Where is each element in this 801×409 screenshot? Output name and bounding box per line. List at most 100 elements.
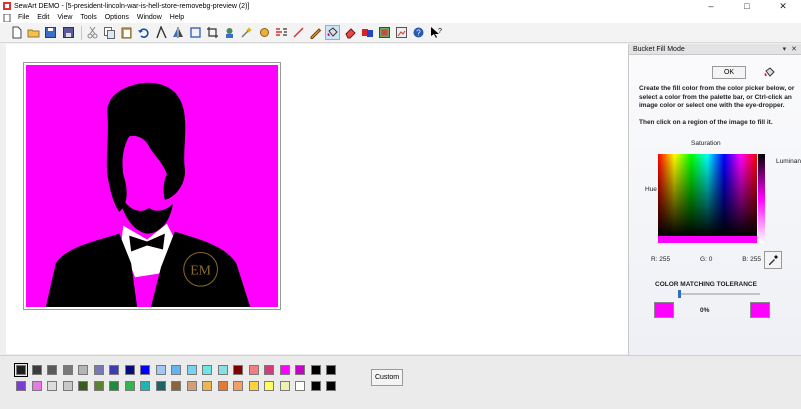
- cut-icon[interactable]: [85, 25, 100, 40]
- eyedropper-button[interactable]: [764, 251, 782, 269]
- palette-swatch[interactable]: [217, 381, 228, 391]
- menu-window[interactable]: Window: [133, 14, 166, 21]
- match-color-swatch[interactable]: [750, 302, 770, 318]
- undo-icon[interactable]: [136, 25, 151, 40]
- merge-icon[interactable]: [257, 25, 272, 40]
- palette-swatch[interactable]: [155, 381, 166, 391]
- rotate-icon[interactable]: [188, 25, 203, 40]
- color-picker-field[interactable]: [658, 154, 757, 236]
- ok-button[interactable]: OK: [712, 66, 746, 79]
- palette-swatch[interactable]: [279, 365, 290, 375]
- canvas-area[interactable]: EM: [6, 44, 628, 354]
- eraser-icon[interactable]: [343, 25, 358, 40]
- palette-swatch[interactable]: [248, 381, 259, 391]
- palette-swatch[interactable]: [233, 365, 243, 375]
- palette-swatch[interactable]: [264, 365, 274, 375]
- palette-swatch[interactable]: [264, 381, 274, 391]
- tolerance-slider-track[interactable]: [678, 293, 760, 295]
- palette-swatch[interactable]: [47, 365, 57, 375]
- maximize-icon[interactable]: □: [729, 0, 765, 12]
- palette-swatch[interactable]: [295, 365, 305, 375]
- tolerance-slider-thumb[interactable]: [678, 290, 681, 298]
- menu-edit[interactable]: Edit: [33, 14, 53, 21]
- bucket-fill-panel: Bucket Fill Mode ▾ ✕ OK Create the fill …: [628, 44, 801, 355]
- palette-swatch[interactable]: [62, 365, 73, 375]
- palette-swatch[interactable]: [186, 365, 197, 375]
- menu-options[interactable]: Options: [101, 14, 133, 21]
- palette-swatch[interactable]: [93, 365, 104, 375]
- new-file-icon[interactable]: [9, 25, 24, 40]
- panel-close-icon[interactable]: ✕: [791, 45, 797, 53]
- image-canvas[interactable]: EM: [26, 65, 278, 307]
- palette-swatch[interactable]: [31, 365, 42, 375]
- palette-swatch[interactable]: [171, 365, 181, 375]
- palette-swatch[interactable]: [140, 381, 150, 391]
- help-icon[interactable]: ?: [411, 25, 426, 40]
- magic-wand-icon[interactable]: [239, 25, 254, 40]
- custom-color-button[interactable]: Custom: [371, 369, 403, 386]
- palette-swatch[interactable]: [124, 381, 135, 391]
- panel-dropdown-icon[interactable]: ▾: [783, 45, 787, 53]
- menu-file[interactable]: File: [14, 14, 33, 21]
- fill-color-swatch[interactable]: [654, 302, 674, 318]
- palette-swatch[interactable]: [202, 381, 212, 391]
- selected-color-strip[interactable]: [658, 236, 757, 243]
- close-icon[interactable]: ✕: [765, 0, 801, 12]
- color-reduce-icon[interactable]: [360, 25, 375, 40]
- menu-view[interactable]: View: [53, 14, 76, 21]
- bucket-fill-icon[interactable]: [325, 25, 341, 40]
- export-icon[interactable]: [394, 25, 409, 40]
- palette-swatch[interactable]: [326, 381, 336, 391]
- palette-swatch[interactable]: [16, 381, 26, 391]
- palette-swatch[interactable]: [202, 365, 212, 375]
- palette-swatch[interactable]: [78, 365, 88, 375]
- mirror-icon[interactable]: [171, 25, 186, 40]
- palette-swatch[interactable]: [140, 365, 150, 375]
- pencil-icon[interactable]: [308, 25, 323, 40]
- open-folder-icon[interactable]: [26, 25, 41, 40]
- image-frame[interactable]: EM: [23, 62, 281, 310]
- minimize-icon[interactable]: –: [693, 0, 729, 12]
- palette-swatch[interactable]: [93, 381, 104, 391]
- palette-swatch[interactable]: [109, 381, 119, 391]
- palette-swatch[interactable]: [233, 381, 243, 391]
- palette-swatch[interactable]: [310, 381, 321, 391]
- palette-swatch[interactable]: [186, 381, 197, 391]
- palette-swatch[interactable]: [31, 381, 42, 391]
- redo-icon[interactable]: [154, 25, 169, 40]
- palette-swatch[interactable]: [326, 365, 336, 375]
- palette-swatch[interactable]: [124, 365, 135, 375]
- menu-help[interactable]: Help: [166, 14, 188, 21]
- sew-icon[interactable]: [377, 25, 392, 40]
- copy-icon[interactable]: [102, 25, 117, 40]
- saturation-label: Saturation: [691, 140, 721, 147]
- palette-swatch[interactable]: [248, 365, 259, 375]
- palette-swatch[interactable]: [109, 365, 119, 375]
- instructions: Create the fill color from the color pic…: [639, 85, 799, 135]
- palette-swatch[interactable]: [14, 363, 28, 377]
- panel-title: Bucket Fill Mode: [633, 45, 685, 53]
- crop-icon[interactable]: [222, 25, 237, 40]
- luminance-bar[interactable]: [758, 154, 765, 243]
- palette-swatch[interactable]: [171, 381, 181, 391]
- tolerance-value: 0%: [700, 307, 710, 314]
- toolbar-separator: [80, 25, 82, 40]
- palette-swatch[interactable]: [279, 381, 290, 391]
- line-icon[interactable]: [274, 25, 289, 40]
- stitch-icon[interactable]: [291, 25, 306, 40]
- resize-icon[interactable]: [205, 25, 220, 40]
- portrait-silhouette[interactable]: EM: [26, 65, 278, 307]
- menu-tools[interactable]: Tools: [76, 14, 100, 21]
- palette-swatch[interactable]: [78, 381, 88, 391]
- palette-swatch[interactable]: [295, 381, 305, 391]
- context-help-icon[interactable]: ?: [429, 25, 444, 40]
- save-icon[interactable]: [43, 25, 58, 40]
- palette-swatch[interactable]: [47, 381, 57, 391]
- paste-icon[interactable]: [119, 25, 134, 40]
- save-as-icon[interactable]: [61, 25, 76, 40]
- palette-swatch[interactable]: [62, 381, 73, 391]
- palette-swatch[interactable]: [217, 365, 228, 375]
- palette-swatch[interactable]: [155, 365, 166, 375]
- palette-swatch[interactable]: [310, 365, 321, 375]
- rgb-values: R: 255 G: 0 B: 255: [651, 256, 761, 263]
